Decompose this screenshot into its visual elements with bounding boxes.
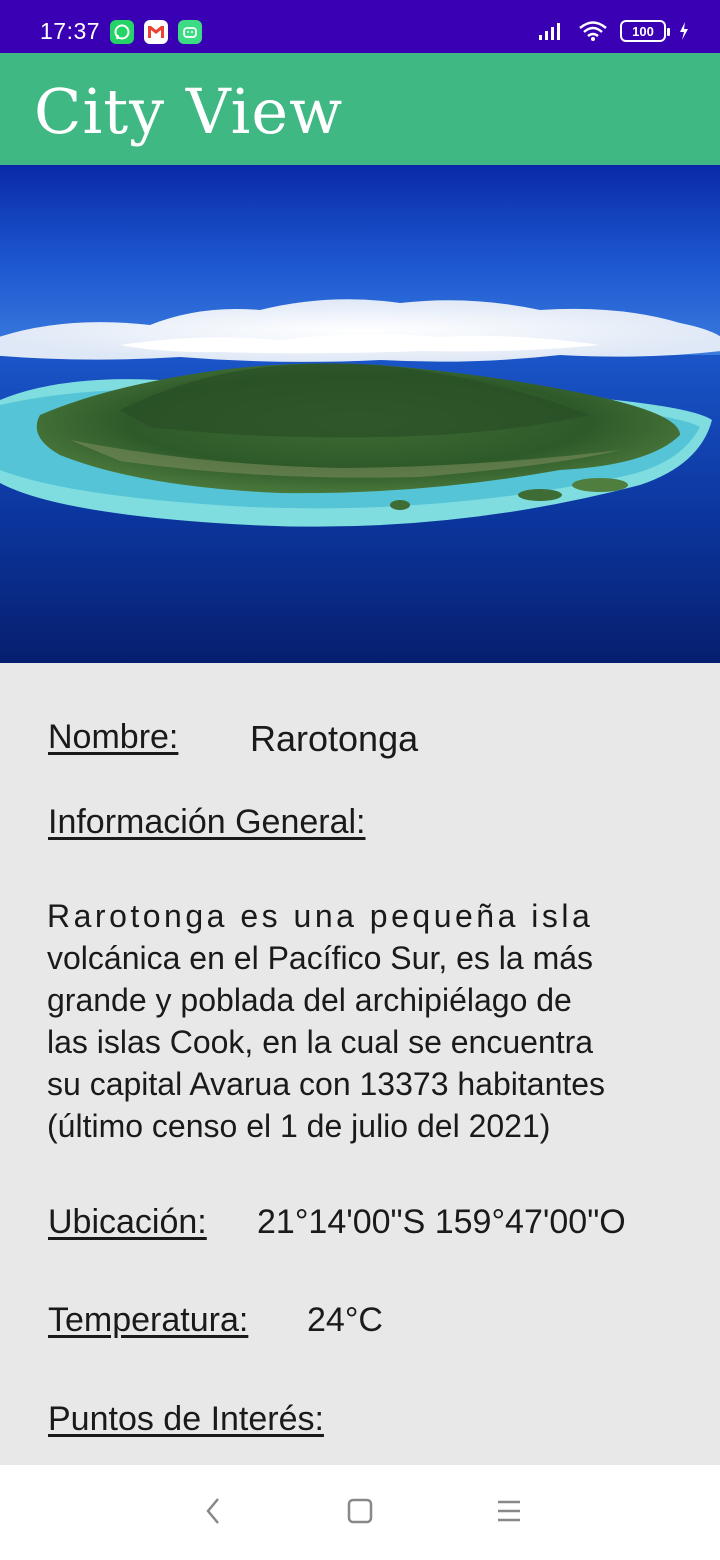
temperature-label: Temperatura:	[48, 1301, 249, 1339]
poi-label: Puntos de Interés:	[48, 1400, 324, 1438]
recents-button[interactable]	[495, 1495, 523, 1532]
info-line: grande y poblada del archipiélago de	[47, 982, 572, 1018]
info-label: Información General:	[48, 803, 366, 841]
app-bar: City View	[0, 53, 720, 165]
back-button[interactable]	[200, 1495, 228, 1532]
gmail-icon	[144, 20, 168, 44]
battery-level: 100	[632, 23, 654, 39]
info-line: volcánica en el Pacífico Sur, es la más	[47, 940, 594, 976]
info-line: su capital Avarua con 13373 habitantes	[47, 1066, 606, 1102]
back-icon	[206, 1498, 219, 1524]
info-line: (último censo el 1 de julio del 2021)	[47, 1108, 551, 1144]
temperature-value: 24°C	[307, 1301, 383, 1339]
city-photo	[0, 165, 720, 663]
charging-icon	[680, 22, 688, 40]
menu-icon	[498, 1500, 520, 1522]
city-details: Nombre: Rarotonga Información General: R…	[0, 663, 720, 1465]
whatsapp-icon	[110, 20, 134, 44]
status-time: 17:37	[40, 18, 101, 44]
home-icon	[347, 1498, 373, 1524]
app-title: City View	[34, 75, 344, 148]
android-icon	[178, 20, 202, 44]
island-image	[0, 165, 720, 663]
navigation-bar	[0, 1465, 720, 1560]
status-right: 100	[538, 20, 690, 42]
info-line: Rarotonga es una pequeña isla	[47, 898, 594, 934]
name-label: Nombre:	[48, 718, 179, 756]
wifi-icon	[579, 21, 607, 41]
info-line: las islas Cook, en la cual se encuentra	[47, 1024, 594, 1060]
battery-indicator: 100	[620, 20, 670, 42]
home-button[interactable]	[346, 1495, 374, 1532]
status-bar: 17:37 100	[0, 0, 720, 53]
signal-icon	[539, 23, 560, 40]
info-paragraph: Rarotonga es una pequeña isla volcánica …	[47, 895, 647, 1147]
location-value: 21°14'00"S 159°47'00"O	[257, 1203, 626, 1241]
location-label: Ubicación:	[48, 1203, 207, 1241]
notification-icons	[110, 20, 202, 44]
city-name: Rarotonga	[250, 718, 419, 759]
